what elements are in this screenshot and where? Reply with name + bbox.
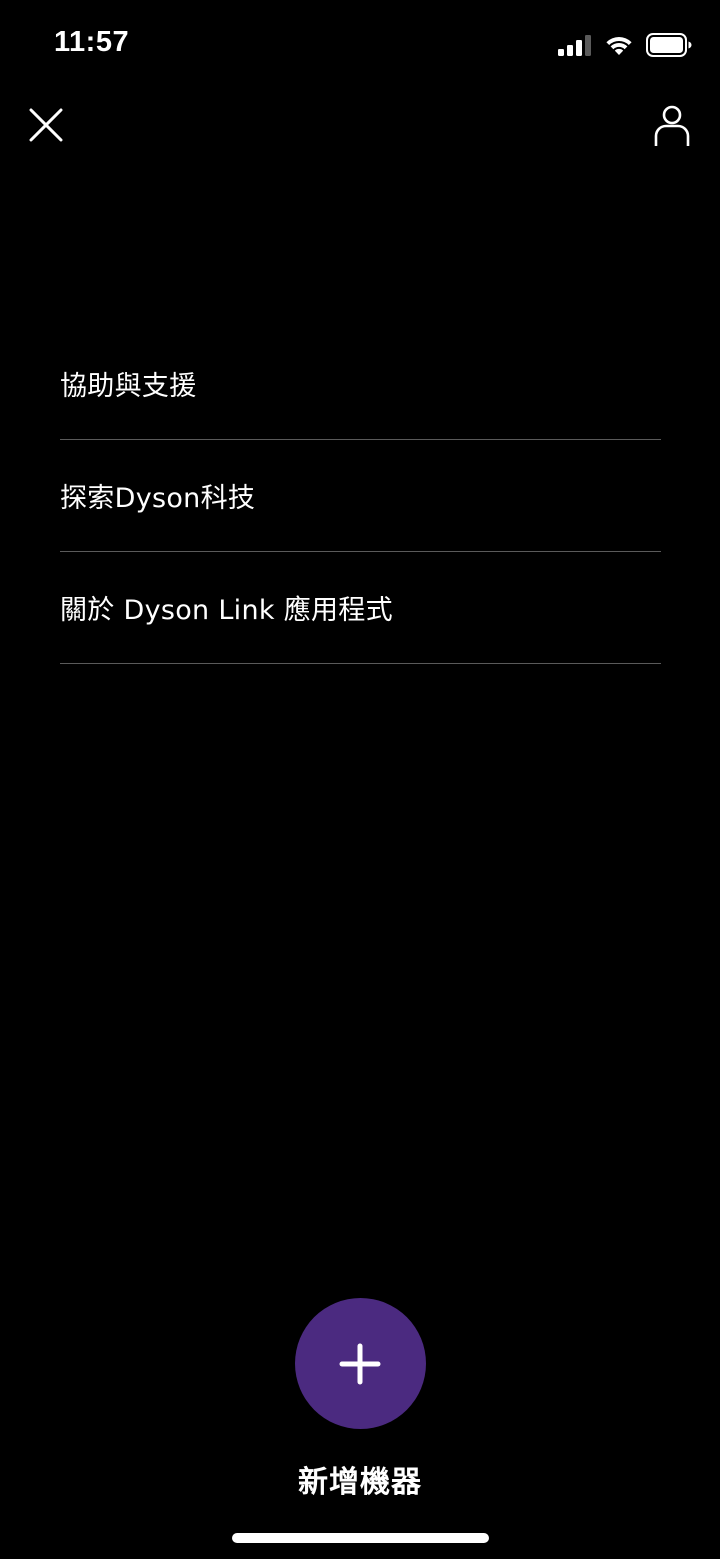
menu-item-explore-technology[interactable]: 探索Dyson科技 — [60, 440, 661, 552]
status-icons — [558, 32, 692, 58]
status-bar: 11:57 — [0, 0, 720, 90]
home-indicator — [232, 1533, 489, 1543]
menu-item-label: 關於 Dyson Link 應用程式 — [60, 595, 393, 626]
cellular-signal-icon — [558, 34, 592, 56]
close-button[interactable] — [22, 101, 70, 149]
menu-item-help-support[interactable]: 協助與支援 — [60, 328, 661, 440]
wifi-icon — [604, 34, 634, 56]
add-machine-label[interactable]: 新增機器 — [298, 1457, 422, 1501]
plus-icon — [339, 1343, 381, 1385]
profile-button[interactable] — [646, 99, 698, 153]
close-icon — [29, 108, 63, 142]
menu-item-about-app[interactable]: 關於 Dyson Link 應用程式 — [60, 552, 661, 664]
battery-icon — [646, 33, 692, 57]
menu-list: 協助與支援 探索Dyson科技 關於 Dyson Link 應用程式 — [60, 328, 661, 664]
person-icon — [654, 105, 690, 147]
menu-item-label: 協助與支援 — [60, 371, 197, 402]
menu-item-label: 探索Dyson科技 — [60, 483, 256, 514]
add-machine-button[interactable] — [294, 1298, 426, 1429]
top-bar — [0, 95, 720, 165]
add-machine-section: 新增機器 — [0, 1298, 720, 1501]
status-time: 11:57 — [54, 26, 130, 58]
